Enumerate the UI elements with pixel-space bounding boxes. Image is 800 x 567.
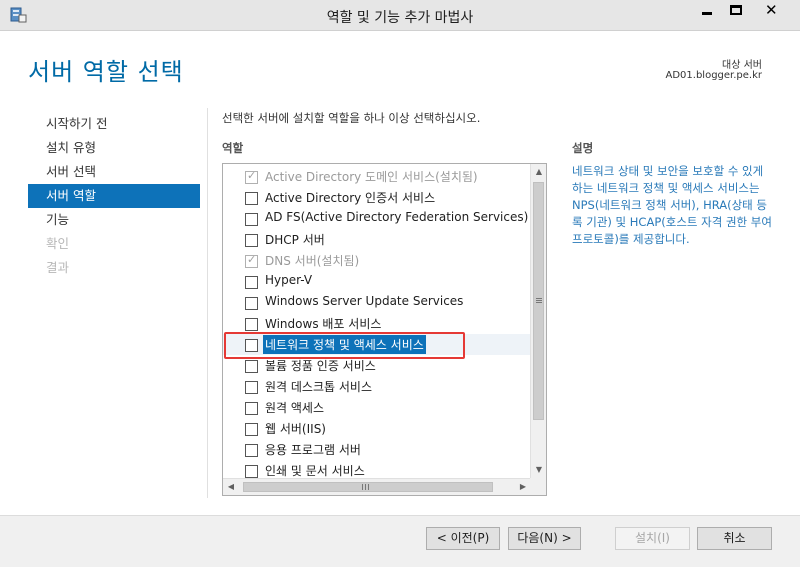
previous-button[interactable]: < 이전(P): [426, 527, 500, 550]
maximize-icon: [730, 5, 742, 15]
role-label: 원격 액세스: [265, 401, 325, 415]
role-label: Windows Server Update Services: [265, 294, 464, 308]
role-item: ✓ Active Directory 도메인 서비스(설치됨): [223, 166, 531, 187]
role-item[interactable]: 원격 데스크톱 서비스: [223, 376, 531, 397]
role-checkbox[interactable]: [245, 276, 258, 289]
role-label: Hyper-V: [265, 273, 313, 287]
role-item[interactable]: Windows Server Update Services: [223, 292, 531, 313]
role-checkbox[interactable]: [245, 297, 258, 310]
role-label: 인쇄 및 문서 서비스: [265, 464, 365, 478]
close-button[interactable]: ✕: [750, 0, 796, 22]
nav-step-confirmation: 확인: [46, 236, 70, 251]
scroll-up-arrow-icon[interactable]: ▲: [531, 164, 546, 180]
nav-step-installation-type[interactable]: 설치 유형: [28, 136, 200, 160]
minimize-button[interactable]: [692, 0, 722, 22]
role-label: Active Directory 도메인 서비스(설치됨): [265, 170, 478, 184]
role-label: DHCP 서버: [265, 233, 325, 247]
role-item[interactable]: 응용 프로그램 서버: [223, 439, 531, 460]
vertical-scroll-thumb[interactable]: [533, 182, 544, 420]
role-checkbox[interactable]: [245, 465, 258, 478]
scroll-left-arrow-icon[interactable]: ◀: [223, 479, 239, 495]
role-checkbox: ✓: [245, 169, 258, 184]
instruction-text: 선택한 서버에 설치할 역할을 하나 이상 선택하십시오.: [222, 111, 481, 125]
horizontal-scroll-thumb[interactable]: [243, 482, 493, 492]
role-checkbox[interactable]: [245, 402, 258, 415]
nav-step-before-you-begin[interactable]: 시작하기 전: [28, 112, 200, 136]
checkmark-icon: ✓: [247, 169, 257, 182]
role-item[interactable]: 웹 서버(IIS): [223, 418, 531, 439]
role-checkbox[interactable]: [245, 360, 258, 373]
maximize-button[interactable]: [721, 0, 751, 22]
nav-step-server-roles[interactable]: 서버 역할: [28, 184, 200, 208]
role-label: Windows 배포 서비스: [265, 317, 382, 331]
nav-step-features[interactable]: 기능: [28, 208, 200, 232]
annotation-highlight-box: [224, 332, 465, 359]
title-bar: 역할 및 기능 추가 마법사 ✕: [0, 0, 800, 31]
role-checkbox[interactable]: [245, 192, 258, 205]
role-checkbox[interactable]: [245, 381, 258, 394]
role-label: AD FS(Active Directory Federation Servic…: [265, 210, 529, 224]
vertical-scrollbar[interactable]: ▲ ▼: [530, 164, 546, 478]
horizontal-scrollbar[interactable]: ◀ ▶: [223, 478, 531, 495]
role-item[interactable]: DHCP 서버: [223, 229, 531, 250]
close-icon: ✕: [765, 1, 778, 19]
role-item[interactable]: Active Directory 인증서 서비스: [223, 187, 531, 208]
role-checkbox[interactable]: [245, 213, 258, 226]
role-item[interactable]: AD FS(Active Directory Federation Servic…: [223, 208, 531, 229]
scroll-down-arrow-icon[interactable]: ▼: [531, 462, 546, 478]
role-description: 네트워크 상태 및 보안을 보호할 수 있게 하는 네트워크 정책 및 액세스 …: [572, 164, 772, 246]
wizard-steps-nav: 시작하기 전 설치 유형 서버 선택 서버 역할 기능 확인 결과: [28, 112, 200, 280]
role-label: 원격 데스크톱 서비스: [265, 380, 372, 394]
nav-divider: [207, 108, 208, 498]
description-heading: 설명: [572, 141, 594, 155]
minimize-icon: [702, 12, 712, 15]
install-button: 설치(I): [615, 527, 690, 550]
role-label: 웹 서버(IIS): [265, 422, 326, 436]
wizard-footer: < 이전(P) 다음(N) > 설치(I) 취소: [0, 515, 800, 567]
role-checkbox[interactable]: [245, 234, 258, 247]
role-label: 볼륨 정품 인증 서비스: [265, 359, 376, 373]
nav-step-server-selection[interactable]: 서버 선택: [28, 160, 200, 184]
role-checkbox: ✓: [245, 253, 258, 268]
role-item[interactable]: Windows 배포 서비스: [223, 313, 531, 334]
hscroll-grip-line: [365, 484, 366, 490]
window-title: 역할 및 기능 추가 마법사: [326, 10, 474, 26]
role-label: DNS 서버(설치됨): [265, 254, 360, 268]
role-item[interactable]: 원격 액세스: [223, 397, 531, 418]
scrollbar-corner: [530, 478, 546, 495]
page-title: 서버 역할 선택: [28, 58, 184, 86]
destination-server-label: 대상 서버: [722, 60, 762, 71]
role-item: ✓ DNS 서버(설치됨): [223, 250, 531, 271]
next-button[interactable]: 다음(N) >: [508, 527, 581, 550]
scroll-right-arrow-icon[interactable]: ▶: [515, 479, 531, 495]
role-label: Active Directory 인증서 서비스: [265, 191, 436, 205]
scroll-grip-line: [536, 300, 542, 301]
destination-server-name: AD01.blogger.pe.kr: [665, 70, 763, 81]
nav-step-results: 결과: [46, 260, 70, 275]
role-checkbox[interactable]: [245, 444, 258, 457]
role-label: 응용 프로그램 서버: [265, 443, 361, 457]
role-checkbox[interactable]: [245, 423, 258, 436]
role-checkbox[interactable]: [245, 318, 258, 331]
role-item[interactable]: Hyper-V: [223, 271, 531, 292]
cancel-button[interactable]: 취소: [697, 527, 772, 550]
roles-heading: 역할: [222, 141, 244, 155]
checkmark-icon: ✓: [247, 253, 257, 266]
role-item[interactable]: 인쇄 및 문서 서비스: [223, 460, 531, 478]
roles-list-viewport: ✓ Active Directory 도메인 서비스(설치됨) Active Dir…: [223, 164, 531, 478]
roles-list[interactable]: ✓ Active Directory 도메인 서비스(설치됨) Active Dir…: [222, 163, 547, 496]
